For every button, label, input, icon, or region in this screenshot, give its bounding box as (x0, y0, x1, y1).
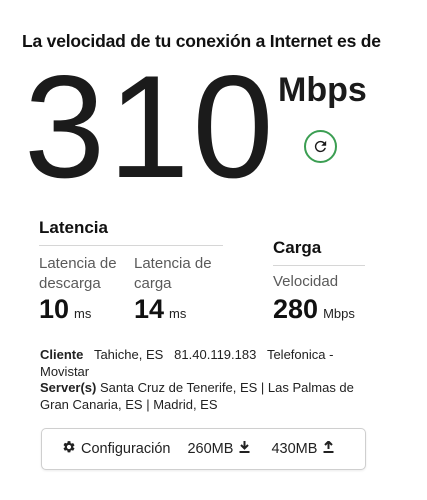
uploaded-amount: 430MB (271, 441, 318, 457)
client-info: Cliente Tahiche, ES 81.40.119.183 Telefo… (40, 346, 380, 380)
upload-latency-value: 14 ms (134, 294, 186, 325)
downloaded-amount: 260MB (187, 441, 234, 457)
download-latency-number: 10 (39, 294, 70, 324)
config-bar: Configuración 260MB 430MB (41, 428, 366, 470)
upload-latency-label: Latencia de carga (134, 255, 212, 292)
download-latency-value: 10 ms (39, 294, 91, 325)
downloaded-data: 260MB (187, 441, 250, 457)
download-latency-unit: ms (74, 306, 92, 321)
speed-test-page: La velocidad de tu conexión a Internet e… (0, 0, 427, 500)
upload-speed-label: Velocidad (273, 273, 339, 290)
server-info: Server(s) Santa Cruz de Tenerife, ES | L… (40, 379, 380, 413)
upload-icon (317, 440, 334, 457)
refresh-button[interactable] (304, 130, 337, 163)
uploaded-data: 430MB (271, 440, 334, 457)
latency-divider (39, 245, 223, 246)
download-latency-label: Latencia de descarga (39, 255, 117, 292)
upload-speed-unit: Mbps (323, 306, 355, 321)
upload-speed-number: 280 (273, 294, 319, 324)
upload-latency-number: 14 (134, 294, 165, 324)
client-location: Tahiche, ES (93, 347, 164, 362)
servers-label: Server(s) (40, 380, 97, 395)
client-label: Cliente (40, 347, 84, 362)
latency-title: Latencia (39, 218, 108, 237)
settings-label: Configuración (81, 441, 171, 457)
gear-icon (62, 440, 81, 458)
download-icon (233, 441, 250, 457)
upload-latency-unit: ms (169, 306, 187, 321)
settings-button[interactable]: Configuración (62, 440, 170, 458)
speed-value: 310 (24, 45, 277, 208)
refresh-icon (312, 138, 329, 155)
speed-unit: Mbps (278, 71, 367, 109)
client-ip: 81.40.119.183 (174, 347, 257, 362)
upload-divider (273, 265, 365, 266)
upload-speed-value: 280 Mbps (273, 294, 355, 325)
upload-title: Carga (273, 238, 322, 257)
